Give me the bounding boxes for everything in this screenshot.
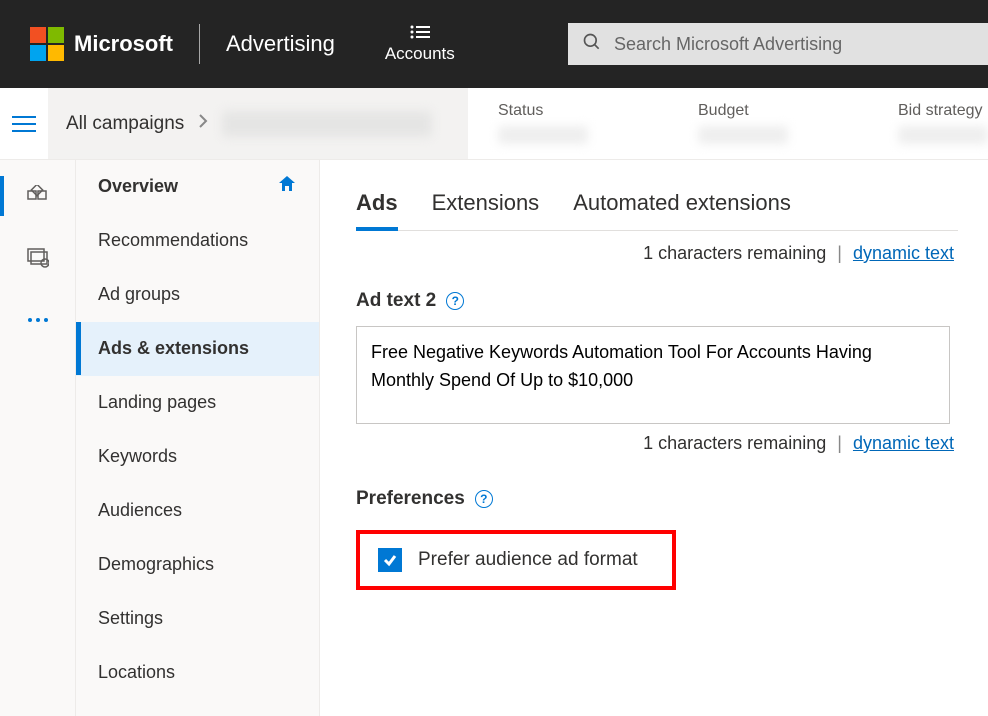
remaining-text: 1 characters remaining	[643, 243, 826, 263]
prefer-audience-checkbox[interactable]	[378, 548, 402, 572]
sidebar-item-label: Ads & extensions	[98, 338, 249, 359]
sidebar-item-overview[interactable]: Overview	[76, 160, 319, 214]
search-input[interactable]	[614, 34, 974, 55]
preferences-label-row: Preferences ?	[356, 488, 958, 510]
top-header: Microsoft Advertising Accounts	[0, 0, 988, 88]
breadcrumb-root[interactable]: All campaigns	[66, 113, 184, 135]
remaining-row-2: 1 characters remaining | dynamic text	[356, 433, 958, 454]
divider	[199, 24, 200, 64]
brand: Microsoft	[30, 27, 173, 61]
sidebar-item-ad-groups[interactable]: Ad groups	[76, 268, 319, 322]
budget-value-redacted	[698, 126, 788, 144]
sidebar-item-label: Recommendations	[98, 230, 248, 251]
preferences-label: Preferences	[356, 488, 465, 510]
bid-value-redacted	[898, 126, 988, 144]
sidebar-item-label: Demographics	[98, 554, 214, 575]
tab-automated-extensions[interactable]: Automated extensions	[573, 184, 791, 230]
search-icon	[582, 32, 602, 57]
sidebar-item-ads-extensions[interactable]: Ads & extensions	[76, 322, 319, 376]
rail-library-icon[interactable]	[18, 244, 58, 272]
remaining-row-1: 1 characters remaining | dynamic text	[356, 243, 958, 264]
breadcrumb-current-redacted	[222, 111, 432, 137]
sidebar-item-keywords[interactable]: Keywords	[76, 430, 319, 484]
sidebar-item-audiences[interactable]: Audiences	[76, 484, 319, 538]
sidebar-item-landing-pages[interactable]: Landing pages	[76, 376, 319, 430]
help-icon[interactable]: ?	[446, 292, 464, 310]
ad-text-2-label-row: Ad text 2 ?	[356, 290, 958, 312]
sidebar-item-locations[interactable]: Locations	[76, 646, 319, 700]
icon-rail	[0, 160, 76, 716]
ad-text-2-input[interactable]	[356, 326, 950, 424]
sidebar-item-label: Overview	[98, 176, 178, 197]
side-nav: Overview Recommendations Ad groups Ads &…	[76, 160, 320, 716]
accounts-dropdown[interactable]: Accounts	[385, 25, 455, 64]
product-name[interactable]: Advertising	[226, 31, 335, 57]
status-label: Status	[498, 102, 588, 120]
pipe: |	[837, 433, 842, 453]
sidebar-item-label: Locations	[98, 662, 175, 683]
rail-more-icon[interactable]	[18, 306, 58, 334]
remaining-text: 1 characters remaining	[643, 433, 826, 453]
home-icon	[277, 174, 297, 199]
dynamic-text-link[interactable]: dynamic text	[853, 433, 954, 453]
ad-text-2-label: Ad text 2	[356, 290, 436, 312]
tab-ads[interactable]: Ads	[356, 184, 398, 230]
sidebar-item-label: Landing pages	[98, 392, 216, 413]
sidebar-item-label: Settings	[98, 608, 163, 629]
tab-extensions[interactable]: Extensions	[432, 184, 540, 230]
sidebar-item-demographics[interactable]: Demographics	[76, 538, 319, 592]
main-content: Ads Extensions Automated extensions 1 ch…	[320, 160, 988, 716]
prefer-audience-highlight-box: Prefer audience ad format	[356, 530, 676, 590]
accounts-label: Accounts	[385, 44, 455, 64]
microsoft-logo-icon	[30, 27, 64, 61]
hamburger-button[interactable]	[0, 88, 48, 159]
brand-text: Microsoft	[74, 31, 173, 57]
sidebar-item-recommendations[interactable]: Recommendations	[76, 214, 319, 268]
status-value-redacted	[498, 126, 588, 144]
list-icon	[409, 25, 431, 42]
help-icon[interactable]: ?	[475, 490, 493, 508]
sidebar-item-label: Ad groups	[98, 284, 180, 305]
sidebar-item-label: Keywords	[98, 446, 177, 467]
bid-stat: Bid strategy	[898, 102, 988, 144]
search-box[interactable]	[568, 23, 988, 65]
budget-label: Budget	[698, 102, 788, 120]
budget-stat: Budget	[698, 102, 788, 144]
sidebar-item-label: Audiences	[98, 500, 182, 521]
stats-row: Status Budget Bid strategy	[468, 88, 988, 159]
breadcrumb: All campaigns	[48, 88, 468, 159]
status-stat: Status	[498, 102, 588, 144]
chevron-right-icon	[198, 113, 208, 135]
bid-label: Bid strategy	[898, 102, 988, 120]
rail-apps-icon[interactable]	[18, 182, 58, 210]
context-bar: All campaigns Status Budget Bid strategy	[0, 88, 988, 160]
sidebar-item-settings[interactable]: Settings	[76, 592, 319, 646]
pipe: |	[837, 243, 842, 263]
dynamic-text-link[interactable]: dynamic text	[853, 243, 954, 263]
tabs: Ads Extensions Automated extensions	[356, 184, 958, 231]
prefer-audience-label: Prefer audience ad format	[418, 549, 638, 571]
